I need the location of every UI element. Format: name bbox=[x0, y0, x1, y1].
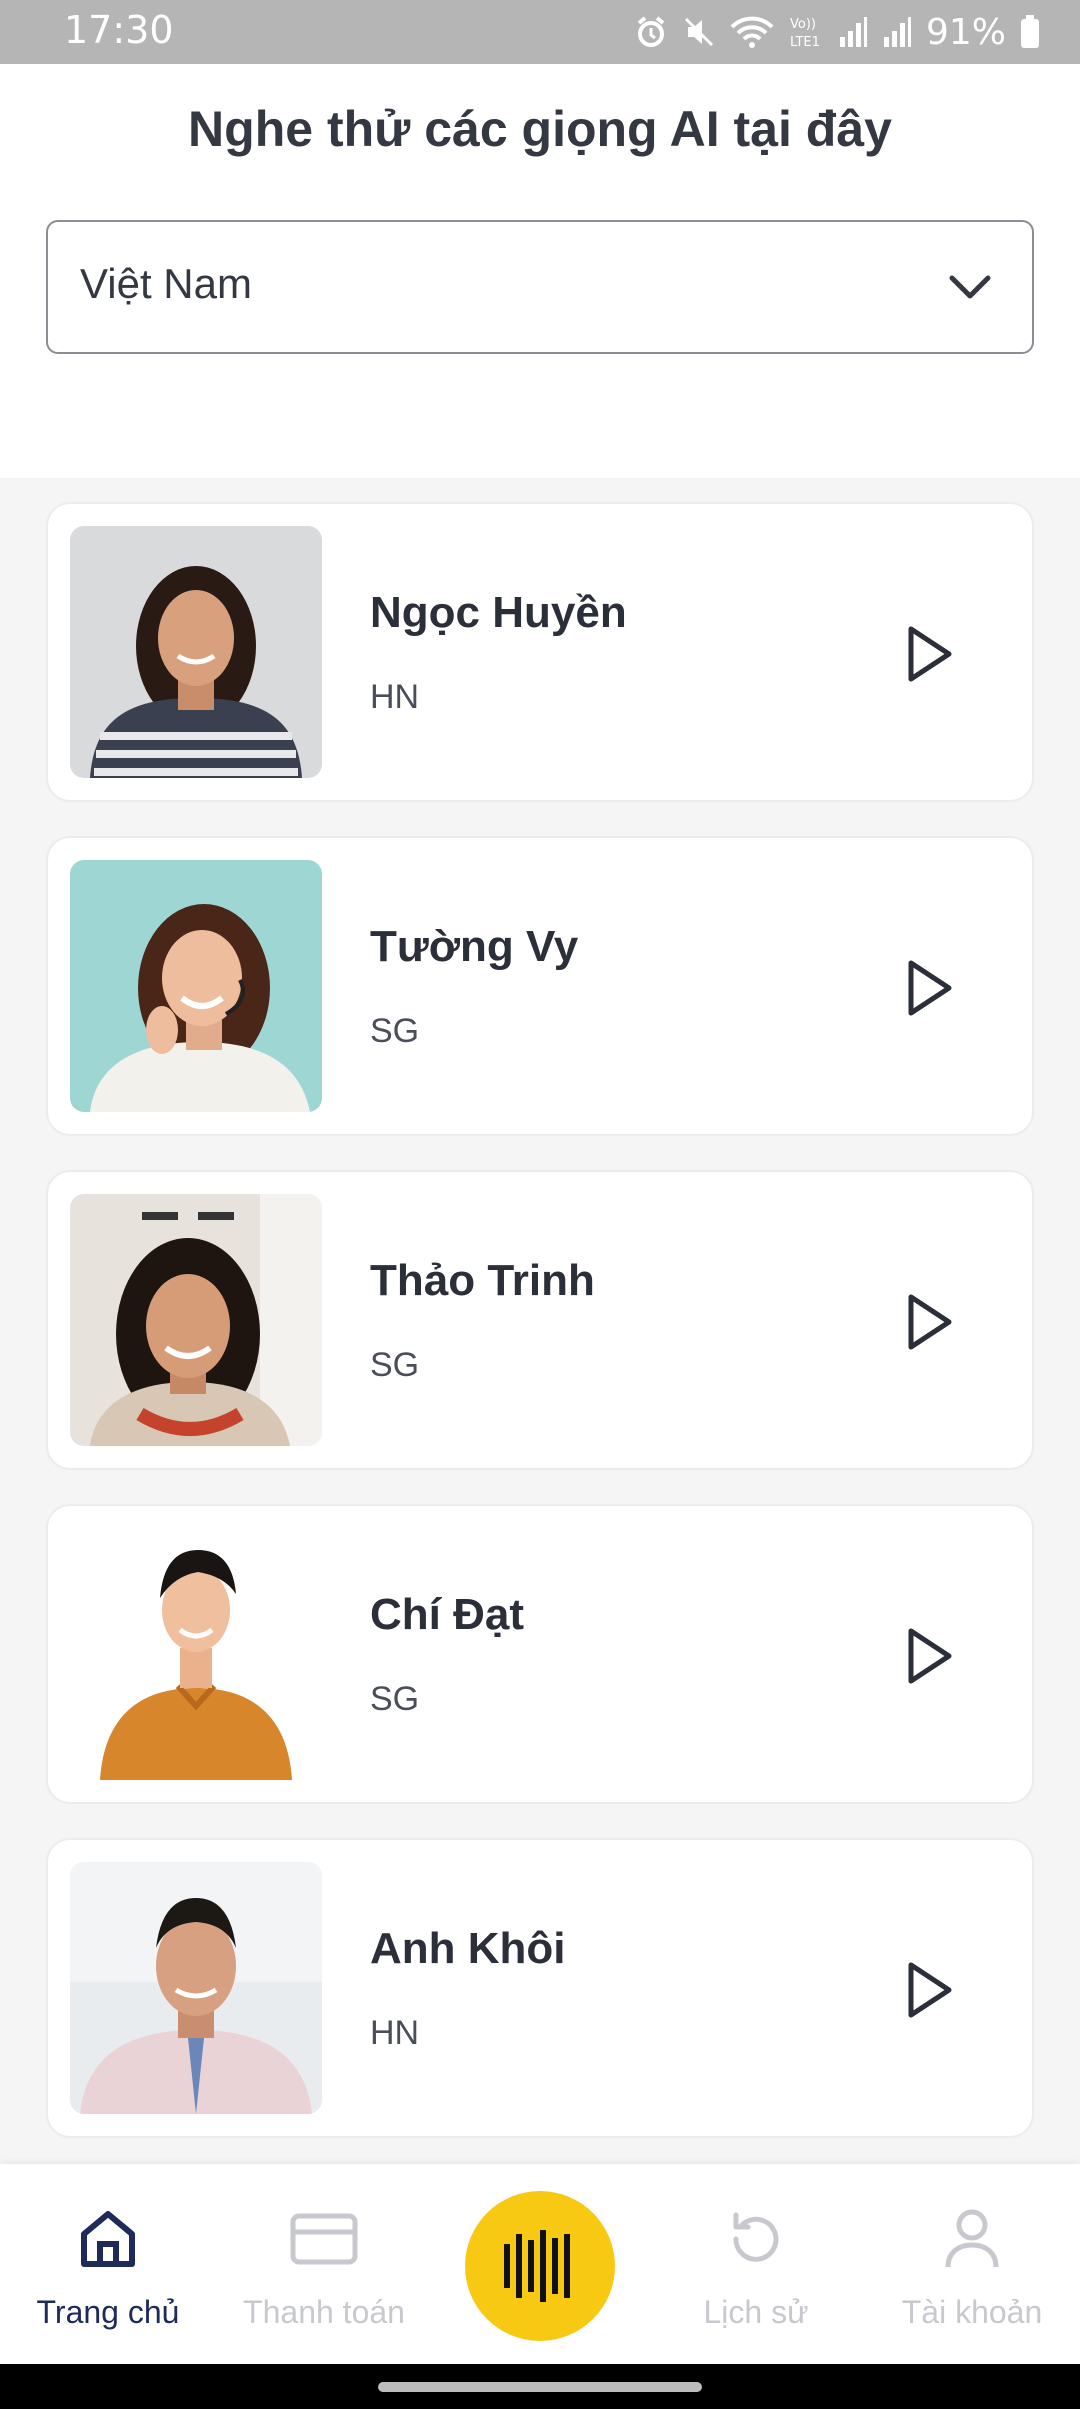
signal-icon bbox=[839, 17, 867, 47]
nav-item-history[interactable]: Lịch sử bbox=[648, 2204, 864, 2331]
voice-card[interactable]: Chí Đạt SG bbox=[46, 1504, 1034, 1804]
play-icon bbox=[908, 1962, 952, 2018]
voice-card[interactable]: Ngọc Huyền HN bbox=[46, 502, 1034, 802]
play-icon bbox=[908, 1628, 952, 1684]
signal-icon bbox=[883, 17, 911, 47]
voice-name: Ngọc Huyền bbox=[370, 588, 627, 637]
country-select-value: Việt Nam bbox=[80, 260, 252, 307]
wifi-icon bbox=[730, 16, 774, 48]
voice-wave-icon bbox=[504, 2230, 570, 2302]
play-button[interactable] bbox=[898, 1290, 962, 1354]
play-button[interactable] bbox=[898, 1958, 962, 2022]
nav-item-account[interactable]: Tài khoản bbox=[864, 2204, 1080, 2331]
voice-avatar bbox=[70, 1862, 322, 2114]
svg-text:Vo)): Vo)) bbox=[790, 17, 816, 32]
play-icon bbox=[908, 1294, 952, 1350]
voice-name: Tường Vy bbox=[370, 922, 579, 971]
page-title: Nghe thử các giọng AI tại đây bbox=[188, 101, 892, 157]
system-nav-bar bbox=[0, 2364, 1080, 2409]
status-bar: 17:30 Vo)) LTE1 91% bbox=[0, 0, 1080, 64]
chevron-down-icon bbox=[949, 275, 991, 299]
status-time: 17:30 bbox=[64, 8, 174, 52]
home-icon bbox=[81, 2211, 135, 2267]
nav-label: Thanh toán bbox=[243, 2294, 405, 2330]
mute-icon bbox=[684, 17, 714, 47]
record-voice-button[interactable] bbox=[465, 2191, 615, 2341]
play-button[interactable] bbox=[898, 622, 962, 686]
nav-item-home[interactable]: Trang chủ bbox=[0, 2204, 216, 2331]
voice-name: Thảo Trinh bbox=[370, 1256, 595, 1305]
user-icon bbox=[945, 2209, 999, 2268]
nav-label: Tài khoản bbox=[901, 2294, 1043, 2330]
bottom-nav: Trang chủ Thanh toán Lịch sử Tài khoản bbox=[0, 2164, 1080, 2364]
voice-name: Chí Đạt bbox=[370, 1590, 524, 1639]
battery-icon bbox=[1021, 15, 1039, 48]
battery-percentage: 91% bbox=[925, 11, 1006, 53]
home-indicator[interactable] bbox=[378, 2382, 702, 2392]
voice-region: SG bbox=[370, 1012, 420, 1050]
voice-name: Anh Khôi bbox=[370, 1924, 566, 1973]
play-icon bbox=[908, 960, 952, 1016]
voice-avatar bbox=[70, 1194, 322, 1446]
card-icon bbox=[290, 2213, 358, 2265]
voice-region: SG bbox=[370, 1680, 420, 1718]
voice-list[interactable]: Ngọc Huyền HN Tường Vy SG Thảo Trinh SG … bbox=[0, 478, 1080, 2164]
voice-card[interactable]: Thảo Trinh SG bbox=[46, 1170, 1034, 1470]
voice-avatar bbox=[70, 860, 322, 1112]
play-icon bbox=[908, 626, 952, 682]
voice-avatar bbox=[70, 526, 322, 778]
voice-avatar bbox=[70, 1528, 322, 1780]
history-icon bbox=[733, 2212, 779, 2262]
voice-card[interactable]: Anh Khôi HN bbox=[46, 1838, 1034, 2138]
nav-item-payment[interactable]: Thanh toán bbox=[216, 2204, 432, 2331]
voice-card[interactable]: Tường Vy SG bbox=[46, 836, 1034, 1136]
status-icons: Vo)) LTE1 91% bbox=[634, 10, 1040, 54]
play-button[interactable] bbox=[898, 1624, 962, 1688]
country-select[interactable]: Việt Nam bbox=[46, 220, 1034, 354]
voice-region: HN bbox=[370, 678, 420, 716]
alarm-icon bbox=[637, 16, 665, 47]
voice-region: HN bbox=[370, 2014, 420, 2052]
volte-icon: Vo)) LTE1 bbox=[790, 17, 820, 50]
voice-region: SG bbox=[370, 1346, 420, 1384]
nav-label: Trang chủ bbox=[36, 2294, 180, 2330]
svg-text:LTE1: LTE1 bbox=[790, 35, 820, 50]
play-button[interactable] bbox=[898, 956, 962, 1020]
nav-label: Lịch sử bbox=[703, 2294, 809, 2330]
